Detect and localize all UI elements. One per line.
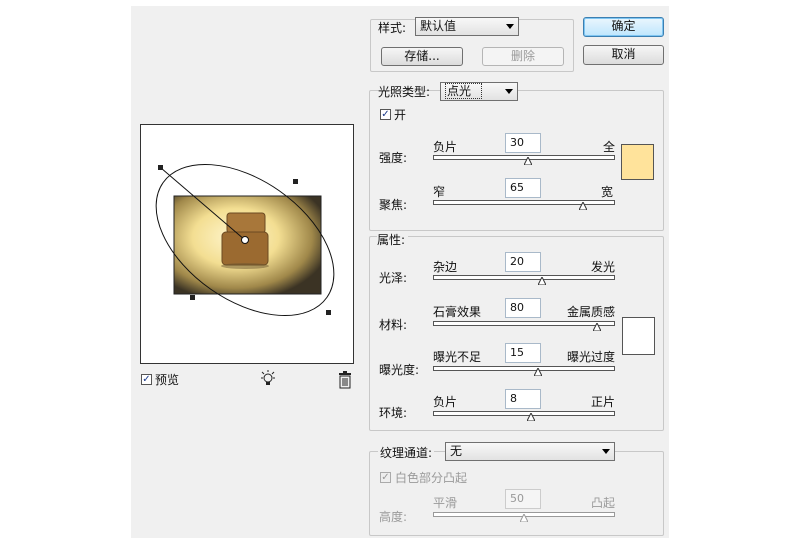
intensity-label: 强度: xyxy=(379,151,408,165)
light-type-value: 点光 xyxy=(445,83,483,99)
exposure-slider-track[interactable] xyxy=(433,366,615,371)
ambience-input[interactable]: 8 xyxy=(505,389,541,409)
light-center-handle xyxy=(241,236,249,244)
light-on-label: 开 xyxy=(394,108,407,122)
focus-label: 聚焦: xyxy=(379,198,408,212)
style-label: 样式: xyxy=(378,21,407,35)
gloss-label: 光泽: xyxy=(379,271,408,285)
preview-canvas[interactable] xyxy=(140,124,354,364)
cancel-button[interactable]: 取消 xyxy=(583,45,664,65)
gloss-slider-thumb[interactable] xyxy=(538,277,547,285)
exposure-label: 曝光度: xyxy=(379,363,420,377)
exposure-min-label: 曝光不足 xyxy=(433,350,482,364)
focus-max-label: 宽 xyxy=(601,185,614,199)
height-min-label: 平滑 xyxy=(433,496,458,510)
material-max-label: 金属质感 xyxy=(567,305,616,319)
height-input[interactable]: 50 xyxy=(505,489,541,509)
chevron-down-icon xyxy=(505,89,513,94)
white-high-checkbox[interactable]: ✓ xyxy=(380,472,391,483)
material-input[interactable]: 80 xyxy=(505,298,541,318)
light-on-checkbox[interactable]: ✓ xyxy=(380,109,391,120)
handle-bottom-right xyxy=(326,310,331,315)
intensity-min-label: 负片 xyxy=(433,140,458,154)
texture-channel-value: 无 xyxy=(450,444,463,458)
ambience-min-label: 负片 xyxy=(433,395,458,409)
light-group xyxy=(369,90,664,231)
light-bulb-icon[interactable] xyxy=(259,370,277,388)
material-label: 材料: xyxy=(379,318,408,332)
exposure-slider-thumb[interactable] xyxy=(533,368,542,376)
height-label: 高度: xyxy=(379,510,408,524)
material-min-label: 石膏效果 xyxy=(433,305,482,319)
exposure-max-label: 曝光过度 xyxy=(567,350,616,364)
preview-label: 预览 xyxy=(155,373,180,387)
height-max-label: 凸起 xyxy=(591,496,616,510)
handle-top-right xyxy=(293,179,298,184)
gloss-slider-track[interactable] xyxy=(433,275,615,280)
delete-style-button[interactable]: 删除 xyxy=(482,47,564,66)
ambience-slider-thumb[interactable] xyxy=(527,413,536,421)
gloss-input[interactable]: 20 xyxy=(505,252,541,272)
ok-button[interactable]: 确定 xyxy=(583,17,664,37)
height-slider-thumb[interactable] xyxy=(520,514,528,522)
style-select[interactable]: 默认值 xyxy=(415,17,519,36)
handle-bottom-left xyxy=(190,295,195,300)
chevron-down-icon xyxy=(506,24,514,29)
properties-title: 属性: xyxy=(377,233,409,247)
focus-input[interactable]: 65 xyxy=(505,178,541,198)
material-color-swatch[interactable] xyxy=(622,317,655,355)
gloss-max-label: 发光 xyxy=(591,260,616,274)
material-slider-track[interactable] xyxy=(433,321,615,326)
light-type-select[interactable]: 点光 xyxy=(440,82,518,101)
trash-icon[interactable] xyxy=(337,371,353,389)
lighting-effects-dialog: ✓ 预览 样式: 默认值 存储... 删除 确定 取消 光照类型: 点光 ✓ 开… xyxy=(131,6,669,538)
intensity-slider-thumb[interactable] xyxy=(523,157,532,165)
material-slider-thumb[interactable] xyxy=(592,323,601,331)
gloss-min-label: 杂边 xyxy=(433,260,458,274)
light-color-swatch[interactable] xyxy=(621,144,654,180)
light-type-label: 光照类型: xyxy=(378,85,431,99)
focus-min-label: 窄 xyxy=(433,185,446,199)
focus-slider-track[interactable] xyxy=(433,200,615,205)
texture-channel-select[interactable]: 无 xyxy=(445,442,615,461)
preview-image xyxy=(155,163,335,317)
intensity-input[interactable]: 30 xyxy=(505,133,541,153)
exposure-input[interactable]: 15 xyxy=(505,343,541,363)
ambience-label: 环境: xyxy=(379,406,408,420)
white-high-label: 白色部分凸起 xyxy=(395,471,468,485)
preview-checkbox[interactable]: ✓ xyxy=(141,374,152,385)
style-value: 默认值 xyxy=(420,19,457,33)
focus-slider-thumb[interactable] xyxy=(579,202,588,210)
texture-channel-label: 纹理通道: xyxy=(378,446,435,460)
save-style-button[interactable]: 存储... xyxy=(381,47,463,66)
ambience-max-label: 正片 xyxy=(591,395,616,409)
handle-top-left xyxy=(158,165,163,170)
intensity-max-label: 全 xyxy=(603,140,616,154)
ambience-slider-track[interactable] xyxy=(433,411,615,416)
chevron-down-icon xyxy=(602,449,610,454)
